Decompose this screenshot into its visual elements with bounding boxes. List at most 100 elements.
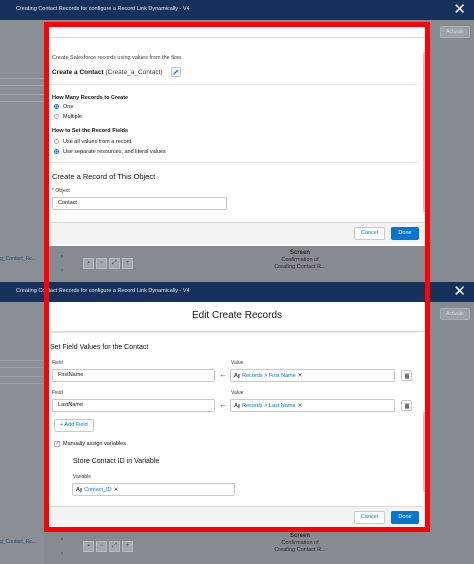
remove-icon[interactable]: ✕ [297,403,302,409]
side-flow-element[interactable]: g_Contact_Re... [0,539,36,545]
value-input-firstname[interactable]: Aᵦ Records > First Name ✕ [230,369,395,382]
left-panel [0,302,44,564]
fit-view-icon[interactable]: ⤢ [109,258,120,269]
variable-pill-text: Contact_ID [84,487,112,493]
window-title: Creating Contact Records for configure a… [16,6,190,12]
object-label: * Object [52,188,70,194]
left-panel [0,20,44,282]
text-type-icon: Aᵦ [234,403,241,409]
manual-assign-checkbox[interactable]: ✓ [54,441,60,447]
manual-assign-label: Manually assign variables [63,441,126,447]
object-input[interactable]: Contact [52,197,227,210]
divider [46,84,418,85]
divider [46,162,418,163]
field-label: Field [52,360,63,366]
activate-button[interactable]: Activate [440,308,470,320]
done-button[interactable]: Done [391,227,419,240]
store-variable-title: Store Contact ID in Variable [73,458,160,465]
element-api-name: (Create_a_Contact) [105,69,163,76]
modal-title: Edit Create Records [191,310,283,321]
value-input-lastname[interactable]: Aᵦ Records > Last Name ✕ [230,399,395,412]
field-input-firstname[interactable]: FirstName [52,369,215,382]
edit-pencil-icon[interactable] [171,67,181,77]
screen-element[interactable]: Screen Confirmation of Creating Contact … [250,533,350,554]
fit-view-icon[interactable]: ⤢ [109,541,120,552]
radio-use-all-values-label: Use all values from a record [63,139,132,145]
field-label: Field [52,390,63,396]
activate-button[interactable]: Activate [440,26,470,38]
remove-icon[interactable]: ✕ [114,487,119,493]
left-panel-row [0,94,44,102]
scrollbar[interactable] [423,412,426,492]
radio-one[interactable] [54,104,59,109]
arrow-left-icon: ← [219,370,227,379]
zoom-out-icon[interactable]: − [96,258,107,269]
edit-create-records-modal: Edit Create Records Set Field Values for… [46,302,428,528]
screen-element-title: Screen [289,533,310,539]
close-icon[interactable]: ✕ [453,1,466,19]
value-pill-text: Records > First Name [242,373,296,379]
screen-element-line1: Confirmation of [281,540,319,546]
edit-create-records-modal: Edit Create Records Create Salesforce re… [46,22,428,246]
select-tool-icon[interactable]: ▪ [83,258,94,269]
close-icon[interactable]: ✕ [453,283,466,301]
radio-multiple-label: Multiple [63,114,82,120]
modal-footer: Cancel Done [46,222,428,244]
done-button[interactable]: Done [391,511,419,524]
remove-icon[interactable]: ✕ [298,373,303,379]
value-pill[interactable]: Aᵦ Records > Last Name ✕ [234,402,302,410]
variable-label: Variable [73,474,91,480]
delete-icon[interactable] [401,400,412,411]
section-title: Set Field Values for the Contact [50,344,149,351]
how-set-label: How to Set the Record Fields [52,128,129,134]
modal-title: Edit Create Records [191,22,283,30]
window-header: Creating Contact Records for configure a… [0,0,474,20]
left-panel-row [0,360,44,368]
radio-separate-resources-label: Use separate resources, and literal valu… [63,149,166,155]
screen-element-line1: Confirmation of [281,257,319,263]
chevron-right-icon[interactable]: › [61,268,63,274]
radio-use-all-values[interactable] [54,139,59,144]
radio-one-label: One [63,104,74,110]
section-title: Create a Record of This Object [52,172,156,181]
select-tool-icon[interactable]: ▪ [83,541,94,552]
left-panel-row [0,78,44,86]
value-label: Value [231,390,244,396]
screen-element-line2: Creating Contact R... [274,547,326,553]
arrow-left-icon: ← [219,400,227,409]
variable-pill[interactable]: Aᵦ Contact_ID ✕ [76,486,118,494]
add-field-button[interactable]: + Add Field [54,419,94,432]
variable-input[interactable]: Aᵦ Contact_ID ✕ [72,483,235,496]
zoom-out-icon[interactable]: − [96,541,107,552]
value-pill[interactable]: Aᵦ Records > First Name ✕ [234,372,302,380]
zoom-in-icon[interactable]: + [122,541,133,552]
chevron-right-icon[interactable]: › [61,551,63,557]
scrollbar[interactable] [423,52,426,212]
delete-icon[interactable] [401,370,412,381]
cancel-button[interactable]: Cancel [354,511,385,524]
screen-element-line2: Creating Contact R... [274,264,326,270]
modal-header: Edit Create Records [46,22,428,38]
field-input-lastname[interactable]: LastName [52,399,215,412]
cancel-button[interactable]: Cancel [354,227,385,240]
screen-element[interactable]: Screen Confirmation of Creating Contact … [250,250,350,271]
chevron-right-icon[interactable]: › [61,254,63,260]
radio-multiple[interactable] [54,114,59,119]
text-type-icon: Aᵦ [234,373,241,379]
element-label-name: Create a Contact [52,69,104,76]
value-pill-text: Records > Last Name [242,403,296,409]
value-label: Value [231,360,244,366]
divider [46,332,418,333]
side-flow-element[interactable]: g_Contact_Re... [0,256,36,262]
element-label: Create a Contact (Create_a_Contact) [52,69,163,76]
canvas-toolbar: ▪ − ⤢ + [83,258,133,270]
chevron-right-icon[interactable]: › [61,537,63,543]
zoom-in-icon[interactable]: + [122,258,133,269]
modal-header: Edit Create Records [46,302,428,332]
how-many-label: How Many Records to Create [52,95,129,101]
intro-text: Create Salesforce records using values f… [52,55,183,61]
window-title: Creating Contact Records for configure a… [16,288,190,294]
radio-separate-resources[interactable] [54,149,59,154]
modal-footer: Cancel Done [46,506,428,528]
left-panel-row [0,376,44,384]
